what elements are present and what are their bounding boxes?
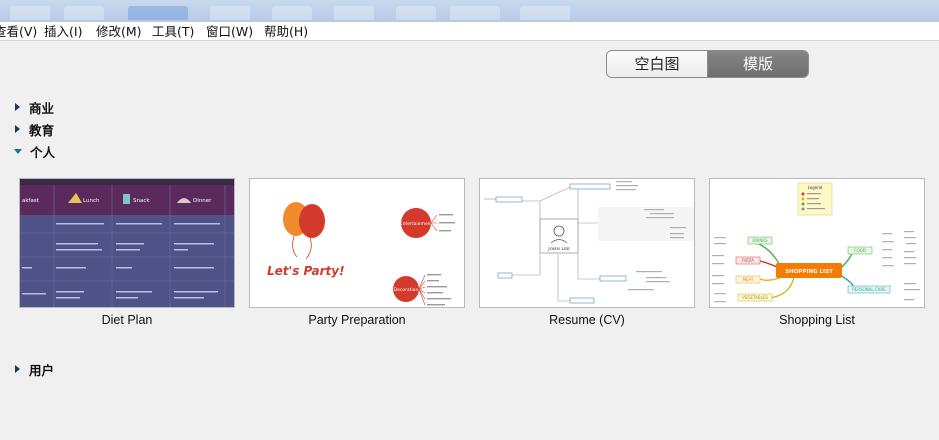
template-thumbnail[interactable]: Legend SHOPPING LIST DRINKS PIZZA MEAT F… — [709, 178, 925, 308]
category-label: 用户 — [29, 362, 55, 378]
template-label: Diet Plan — [101, 313, 153, 327]
node-label: Decoration — [394, 287, 419, 293]
blank-diagram-tab[interactable]: 空白图 — [607, 51, 708, 77]
window-tab[interactable] — [64, 6, 104, 20]
balloon-icon — [299, 204, 325, 238]
category-business[interactable]: 商业 — [15, 99, 55, 116]
branch-label: PERSONAL CARE — [852, 287, 886, 292]
template-card-party-preparation[interactable]: Let's Party! Entertainment Decoration Pa… — [249, 178, 465, 327]
branch-label: MEAT — [743, 277, 754, 282]
menu-tools[interactable]: 工具(T) — [152, 22, 194, 41]
shopping-preview: Legend SHOPPING LIST DRINKS PIZZA MEAT F… — [712, 182, 920, 303]
template-card-shopping-list[interactable]: Legend SHOPPING LIST DRINKS PIZZA MEAT F… — [709, 178, 925, 327]
party-title: Let's Party! — [267, 264, 345, 278]
blank-template-toggle: 空白图 模版 — [606, 50, 809, 78]
menu-modify[interactable]: 修改(M) — [96, 22, 142, 41]
template-label: Resume (CV) — [549, 313, 625, 327]
branch-label: DRINKS — [752, 238, 768, 243]
resume-preview: JOHN LEE — [484, 181, 694, 304]
party-preview: Let's Party! Entertainment Decoration — [267, 202, 455, 306]
menu-help[interactable]: 帮助(H) — [264, 22, 308, 41]
template-thumbnail[interactable]: akfast Lunch Snack Dinner — [19, 178, 235, 308]
window-tab[interactable] — [520, 6, 570, 20]
branch-label: VEGETABLES — [742, 295, 768, 300]
template-thumbnail[interactable]: Let's Party! Entertainment Decoration — [249, 178, 465, 308]
template-tab[interactable]: 模版 — [708, 51, 808, 77]
branch-label: PIZZA — [742, 258, 754, 263]
diet-plan-preview: akfast Lunch Snack Dinner — [20, 179, 234, 307]
expand-arrow-icon[interactable] — [15, 125, 20, 133]
menu-bar: 查看(V) 插入(I) 修改(M) 工具(T) 窗口(W) 帮助(H) — [0, 22, 939, 41]
shopping-center-label: SHOPPING LIST — [785, 269, 833, 275]
template-thumbnail[interactable]: JOHN LEE — [479, 178, 695, 308]
snack-icon — [123, 194, 130, 204]
window-tab[interactable] — [396, 6, 436, 20]
template-card-diet-plan[interactable]: akfast Lunch Snack Dinner Diet Plan — [19, 178, 235, 327]
window-tab[interactable] — [334, 6, 374, 20]
branch-label: FOOD — [854, 248, 866, 253]
window-tab-active[interactable] — [128, 6, 188, 20]
window-tab[interactable] — [10, 6, 50, 20]
resume-name: JOHN LEE — [547, 246, 570, 251]
node-label: Entertainment — [400, 221, 433, 227]
diet-header: akfast — [22, 198, 40, 204]
window-tab-strip — [0, 0, 939, 22]
window-tab[interactable] — [450, 6, 500, 20]
category-education[interactable]: 教育 — [15, 121, 55, 138]
template-label: Shopping List — [779, 313, 855, 327]
diet-header: Lunch — [83, 198, 100, 204]
category-label: 教育 — [29, 122, 55, 138]
diet-header: Snack — [133, 198, 150, 204]
menu-window[interactable]: 窗口(W) — [206, 22, 253, 41]
category-label: 个人 — [30, 144, 56, 160]
menu-insert[interactable]: 插入(I) — [44, 22, 82, 41]
expand-arrow-icon[interactable] — [15, 365, 20, 373]
collapse-arrow-icon[interactable] — [14, 148, 22, 154]
category-user[interactable]: 用户 — [15, 361, 55, 378]
diet-header: Dinner — [193, 198, 212, 204]
template-label: Party Preparation — [308, 313, 406, 327]
window-tab[interactable] — [272, 6, 312, 20]
template-card-resume[interactable]: JOHN LEE Resume (CV) — [479, 178, 695, 327]
window-tab[interactable] — [210, 6, 250, 20]
category-personal[interactable]: 个人 — [14, 143, 56, 160]
legend-title: Legend — [808, 185, 823, 190]
menu-view[interactable]: 查看(V) — [0, 22, 37, 41]
expand-arrow-icon[interactable] — [15, 103, 20, 111]
category-label: 商业 — [29, 100, 55, 116]
